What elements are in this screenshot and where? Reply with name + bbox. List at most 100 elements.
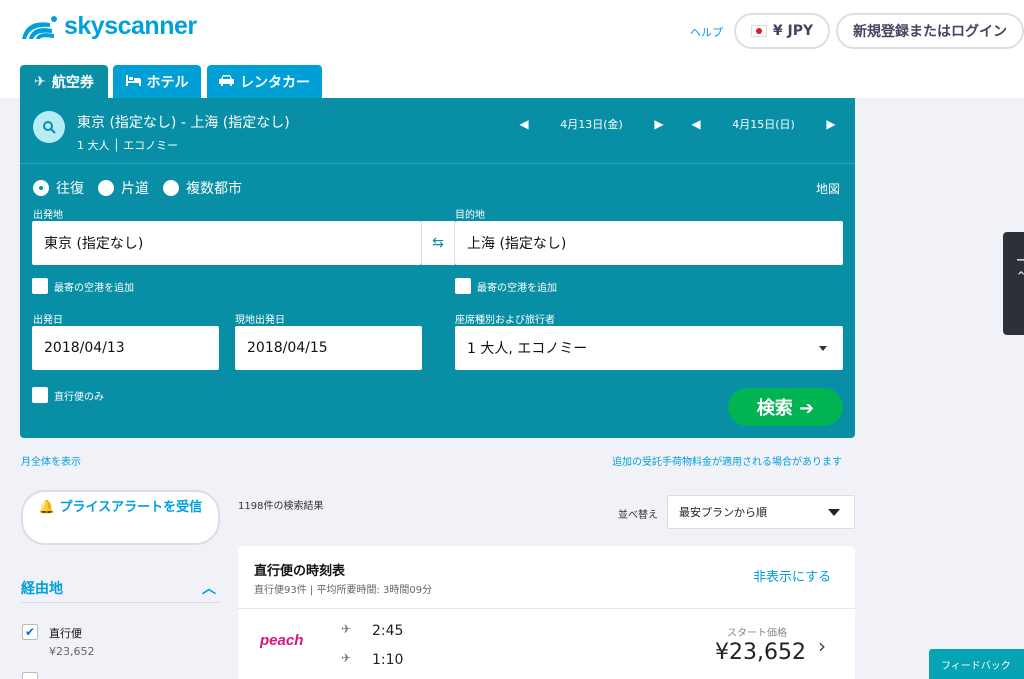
bed-icon <box>125 74 141 90</box>
car-icon <box>219 74 234 90</box>
brand-name: skyscanner <box>64 12 197 40</box>
next-return-arrow-icon[interactable]: ▶ <box>825 117 837 131</box>
radio-one-way[interactable]: 片道 <box>98 178 149 198</box>
next-depart-arrow-icon[interactable]: ▶ <box>653 117 665 131</box>
side-tab-arrow-icon: ↑ ‹ <box>1013 254 1024 276</box>
origin-field[interactable]: 東京 (指定なし) <box>32 221 421 265</box>
chevron-right-icon[interactable]: › <box>818 634 826 658</box>
logo[interactable]: skyscanner <box>20 12 197 41</box>
tab-hotels[interactable]: ホテル <box>113 65 201 99</box>
tab-flights[interactable]: ✈ 航空券 <box>20 65 108 99</box>
one-way-label: 片道 <box>121 181 149 197</box>
depart-date-value: 2018/04/13 <box>44 340 125 356</box>
return-time: 1:10 <box>372 652 404 668</box>
return-date-label: 4月15日(日) <box>732 118 795 131</box>
japan-flag-icon <box>750 25 767 37</box>
stops-filter-title[interactable]: 経由地 <box>21 578 63 598</box>
search-summary: 東京 (指定なし) - 上海 (指定なし) 1 大人 │ エコノミー ◀ 4月1… <box>20 98 855 164</box>
checkbox-icon <box>32 387 48 403</box>
sort-select[interactable]: 最安プランから順 <box>667 495 855 529</box>
destination-field[interactable]: 上海 (指定なし) <box>455 221 843 265</box>
currency-button[interactable]: ¥ JPY <box>734 13 830 49</box>
skyscanner-logo-icon <box>22 15 57 39</box>
start-price-label: スタート価格 <box>727 628 787 639</box>
nearby-origin-checkbox[interactable]: 最寄の空港を追加 <box>32 278 134 294</box>
checkbox-icon <box>32 278 48 294</box>
divider <box>21 602 220 603</box>
radio-round-trip[interactable]: 往復 <box>33 178 84 198</box>
direct-flights-card: 直行便の時刻表 直行便93件 | 平均所要時間: 3時間09分 非表示にする p… <box>238 546 855 679</box>
search-panel: 東京 (指定なし) - 上海 (指定なし) 1 大人 │ エコノミー ◀ 4月1… <box>20 98 855 438</box>
results-count: 1198件の検索結果 <box>238 501 324 512</box>
chevron-up-icon[interactable]: ︿ <box>202 578 216 598</box>
whole-month-link[interactable]: 月全体を表示 <box>21 453 81 468</box>
radio-selected-icon <box>33 180 49 196</box>
summary-travelers: 1 大人 <box>77 139 110 152</box>
side-panel-tab[interactable]: ↑ ‹ <box>1003 232 1024 335</box>
one-stop-filter-checkbox[interactable] <box>22 672 38 679</box>
return-date-field[interactable]: 2018/04/15 <box>235 326 422 370</box>
depart-date-field[interactable]: 2018/04/13 <box>32 326 219 370</box>
radio-multi-city[interactable]: 複数都市 <box>163 178 242 198</box>
hide-link[interactable]: 非表示にする <box>753 566 831 585</box>
nearby-destination-label: 最寄の空港を追加 <box>477 282 557 294</box>
tab-car-rental-label: レンタカー <box>240 75 310 91</box>
flight-price: ¥23,652 <box>715 640 806 665</box>
arriving-plane-icon: ✈ <box>341 651 352 665</box>
nearby-destination-checkbox[interactable]: 最寄の空港を追加 <box>455 278 557 294</box>
feedback-button[interactable]: フィードバック <box>929 649 1024 679</box>
divider <box>238 608 855 609</box>
sort-value: 最安プランから順 <box>679 506 767 519</box>
depart-date-nav: ◀ 4月13日(金) ▶ <box>518 116 665 132</box>
prev-depart-arrow-icon[interactable]: ◀ <box>518 117 530 131</box>
tab-hotels-label: ホテル <box>146 75 189 91</box>
destination-label: 目的地 <box>455 210 485 221</box>
search-button[interactable]: 検索 ➔ <box>728 388 843 426</box>
sort-label: 並べ替え <box>618 510 658 521</box>
direct-only-label: 直行便のみ <box>54 391 104 403</box>
tab-flights-label: 航空券 <box>51 75 94 91</box>
card-subtitle: 直行便93件 | 平均所要時間: 3時間09分 <box>254 585 433 596</box>
price-alert-label: プライスアラートを受信 <box>59 500 203 515</box>
feedback-label: フィードバック <box>941 660 1011 672</box>
direct-filter-price: ¥23,652 <box>49 645 95 658</box>
currency-label: ¥ JPY <box>772 23 814 39</box>
round-trip-label: 往復 <box>56 181 84 197</box>
departing-plane-icon: ✈ <box>341 622 352 636</box>
dropdown-caret-icon <box>819 346 827 351</box>
summary-route[interactable]: 東京 (指定なし) - 上海 (指定なし) <box>77 112 290 132</box>
swap-icon[interactable]: ⇆ <box>421 221 455 265</box>
plane-icon: ✈ <box>34 74 46 90</box>
trip-type-group: 往復 片道 複数都市 <box>33 178 256 198</box>
tab-car-rental[interactable]: レンタカー <box>207 65 322 99</box>
baggage-note-link[interactable]: 追加の受託手荷物料金が適用される場合があります <box>612 453 842 468</box>
bell-icon: 🔔 <box>38 500 56 515</box>
card-title: 直行便の時刻表 <box>254 564 346 579</box>
radio-icon <box>163 180 179 196</box>
return-date-value: 2018/04/15 <box>247 340 328 356</box>
prev-return-arrow-icon[interactable]: ◀ <box>690 117 702 131</box>
login-button[interactable]: 新規登録またはログイン <box>836 13 1024 49</box>
direct-filter-checkbox[interactable]: ✔ <box>22 624 38 640</box>
outbound-time: 2:45 <box>372 623 404 639</box>
origin-label: 出発地 <box>33 210 63 221</box>
checkbox-icon <box>455 278 471 294</box>
price-alert-button[interactable]: 🔔 プライスアラートを受信 <box>21 490 220 545</box>
search-icon[interactable] <box>33 111 65 143</box>
summary-cabin: エコノミー <box>123 139 179 152</box>
map-link[interactable]: 地図 <box>816 180 840 197</box>
peach-airline-logo: peach <box>260 632 304 649</box>
dropdown-caret-icon <box>828 509 840 516</box>
depart-label: 出発日 <box>33 315 63 326</box>
origin-value: 東京 (指定なし) <box>44 236 144 252</box>
cabin-travelers-select[interactable]: 1 大人, エコノミー <box>455 326 843 370</box>
cabin-travelers-value: 1 大人, エコノミー <box>467 341 588 357</box>
direct-only-checkbox[interactable]: 直行便のみ <box>32 387 104 403</box>
return-label: 現地出発日 <box>235 315 285 326</box>
radio-icon <box>98 180 114 196</box>
destination-value: 上海 (指定なし) <box>467 236 567 252</box>
summary-separator: │ <box>113 139 124 152</box>
summary-details: 1 大人 │ エコノミー <box>77 137 178 153</box>
help-link[interactable]: ヘルプ <box>690 24 723 40</box>
direct-filter-label: 直行便 <box>49 627 82 640</box>
